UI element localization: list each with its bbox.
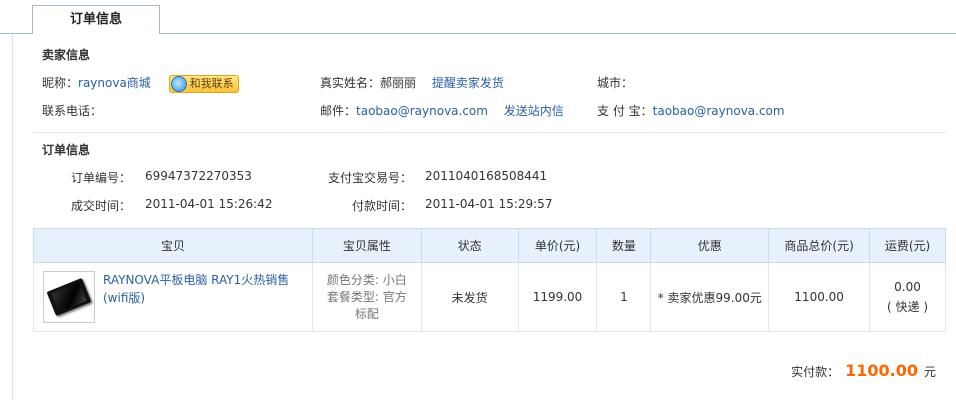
total-paid: 实付款： 1100.00 元 [791,361,936,380]
table-header-row: 宝贝 宝贝属性 状态 单价(元) 数量 优惠 商品总价(元) 运费(元) [33,228,946,263]
realname-label: 真实姓名： [320,76,381,90]
alipay-account-link[interactable]: taobao@raynova.com [653,104,785,118]
col-header-discount: 优惠 [650,228,770,263]
order-section-title: 订单信息 [42,143,91,157]
contact-seller-label: 和我联系 [189,76,234,90]
phone-label: 联系电话： [42,104,103,118]
deal-time-label: 成交时间： [71,199,132,213]
shipping-method: ( 快递 ) [887,299,929,314]
col-header-status: 状态 [420,228,519,263]
seller-nickname-row: 昵称：raynova商城 和我联系 [42,74,239,93]
alipay-label: 支 付 宝： [597,104,653,118]
nickname-label: 昵称： [42,76,79,90]
seller-nickname-link[interactable]: raynova商城 [78,76,151,90]
pay-time-label: 付款时间： [352,199,413,213]
item-discount: * 卖家优惠99.00元 [650,262,770,332]
email-label: 邮件： [320,104,357,118]
send-message-link[interactable]: 发送站内信 [504,104,564,118]
wangwang-icon [170,75,187,92]
order-no-label: 订单编号： [71,171,132,185]
item-cell: RAYNOVA平板电脑 RAY1火热销售(wifi版) [33,262,313,332]
product-title-link[interactable]: RAYNOVA平板电脑 RAY1火热销售(wifi版) [103,271,303,307]
col-header-item: 宝贝 [33,228,313,263]
total-label: 实付款： [791,365,840,379]
total-unit: 元 [923,365,936,379]
alipay-trade-label: 支付宝交易号： [328,171,413,185]
item-qty: 1 [596,262,652,332]
product-thumbnail[interactable] [43,271,95,323]
order-items-table: 宝贝 宝贝属性 状态 单价(元) 数量 优惠 商品总价(元) 运费(元) RAY… [33,228,946,332]
col-header-subtotal: 商品总价(元) [768,228,871,263]
remind-ship-link[interactable]: 提醒卖家发货 [432,76,504,90]
pay-time-value: 2011-04-01 15:29:57 [425,197,553,211]
col-header-shipping: 运费(元) [869,228,946,263]
attr-package-cont: 标配 [354,306,379,321]
realname-value: 郝丽丽 [380,76,417,90]
section-divider [33,132,946,133]
attr-package: 套餐类型: 官方 [326,289,407,304]
seller-email-row: 邮件：taobao@raynova.com 发送站内信 [320,102,564,119]
col-header-attributes: 宝贝属性 [311,228,422,263]
item-attributes: 颜色分类: 小白 套餐类型: 官方 标配 [311,262,422,332]
deal-time-value: 2011-04-01 15:26:42 [145,197,273,211]
item-price: 1199.00 [517,262,598,332]
item-shipping: 0.00 ( 快递 ) [869,262,946,332]
shipping-fee: 0.00 [894,279,921,294]
col-header-price: 单价(元) [517,228,598,263]
table-row: RAYNOVA平板电脑 RAY1火热销售(wifi版) 颜色分类: 小白 套餐类… [33,262,946,332]
item-subtotal: 1100.00 [768,262,871,332]
alipay-row: 支 付 宝：taobao@raynova.com [597,102,785,119]
contact-seller-button[interactable]: 和我联系 [168,74,239,93]
item-status: 未发货 [420,262,519,332]
seller-realname-row: 真实姓名：郝丽丽 提醒卖家发货 [320,74,504,91]
attr-color: 颜色分类: 小白 [326,272,407,287]
total-amount: 1100.00 [845,361,918,380]
alipay-trade-value: 2011040168508441 [425,169,548,183]
seller-section-title: 卖家信息 [42,48,91,62]
seller-email-link[interactable]: taobao@raynova.com [356,104,488,118]
tab-order-info[interactable]: 订单信息 [32,5,160,34]
city-label: 城市： [597,76,634,90]
order-no-value: 69947372270353 [145,169,252,183]
col-header-qty: 数量 [596,228,652,263]
